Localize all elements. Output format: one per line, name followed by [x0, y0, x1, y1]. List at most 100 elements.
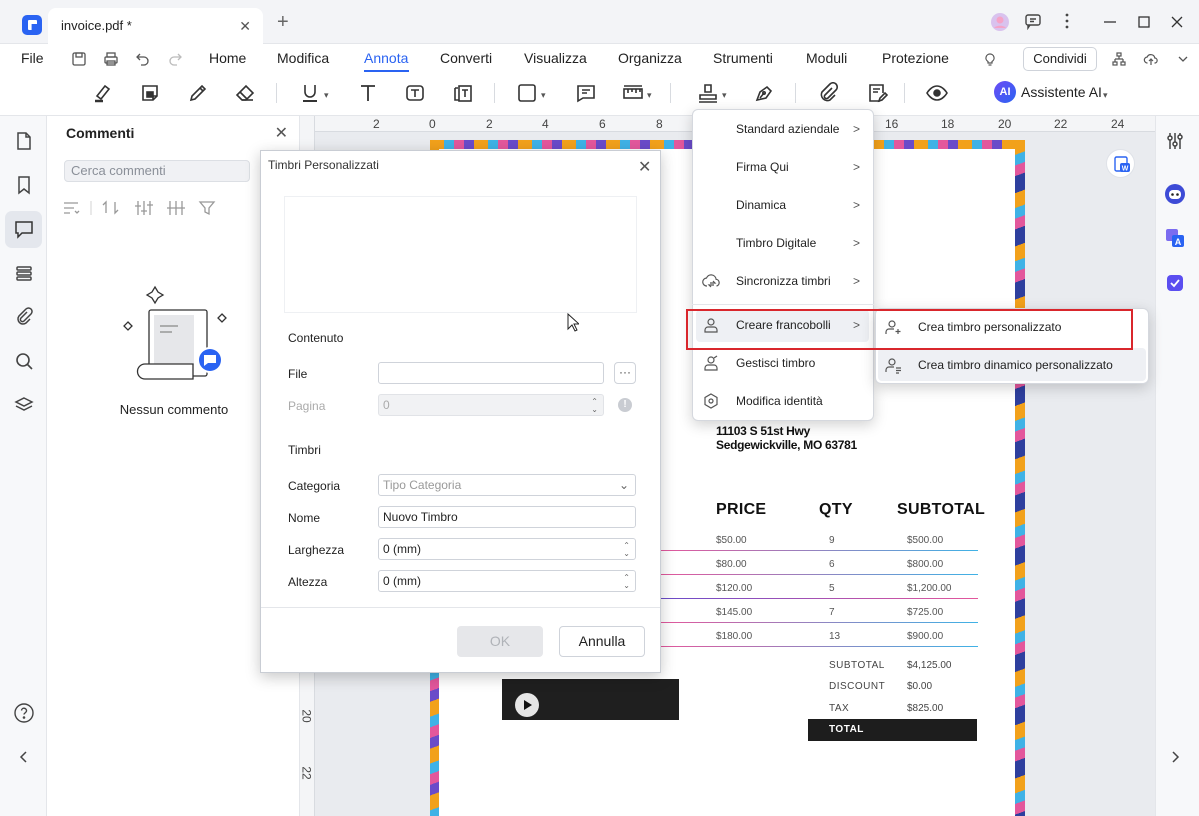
convert-to-word-icon[interactable]: W	[1106, 149, 1135, 178]
textbox-icon[interactable]	[402, 80, 428, 106]
menu-file[interactable]: File	[21, 50, 44, 66]
row-divider	[660, 550, 978, 551]
stamps-section-title: Timbri	[288, 443, 321, 457]
stamp-icon[interactable]	[695, 80, 721, 106]
underline-icon[interactable]	[297, 80, 323, 106]
maximize-icon[interactable]	[1135, 13, 1153, 31]
table-header-subtotal: SUBTOTAL	[897, 501, 986, 518]
search-icon[interactable]	[13, 350, 35, 372]
category-select[interactable]: Tipo Categoria ⌄	[378, 474, 636, 496]
chevron-down-icon[interactable]: ▾	[1103, 90, 1108, 101]
chevron-down-icon[interactable]: ▾	[324, 90, 329, 101]
collapse-ribbon-icon[interactable]	[1170, 46, 1196, 72]
redo-icon[interactable]	[162, 46, 188, 72]
collapse-left-icon[interactable]	[13, 746, 35, 768]
menu-item-sign-here[interactable]: Firma Qui	[736, 160, 789, 174]
properties-sliders-icon[interactable]	[1164, 130, 1186, 152]
spin-down-icon[interactable]: ⌄	[623, 550, 630, 558]
annotation-highlight-box	[686, 309, 1133, 350]
menu-home[interactable]: Home	[209, 50, 246, 66]
document-tab[interactable]: invoice.pdf * ✕	[48, 8, 263, 44]
more-options-icon[interactable]	[1058, 12, 1076, 32]
text-tool-icon[interactable]	[355, 80, 381, 106]
search-comments-input[interactable]: Cerca commenti	[64, 160, 250, 182]
chevron-down-icon[interactable]: ▾	[647, 90, 652, 101]
cloud-upload-icon[interactable]	[1138, 46, 1164, 72]
menu-item-dynamic[interactable]: Dinamica	[736, 198, 786, 212]
comments-icon[interactable]	[13, 218, 35, 240]
feedback-icon[interactable]	[1024, 12, 1042, 32]
toolbar-separator	[494, 83, 495, 103]
submenu-arrow-icon: >	[853, 236, 861, 250]
ai-chatbot-icon[interactable]	[1164, 183, 1186, 205]
measure-icon[interactable]	[620, 80, 646, 106]
collapse-right-icon[interactable]	[1164, 746, 1186, 768]
task-check-icon[interactable]	[1164, 272, 1186, 294]
layers-list-icon[interactable]	[13, 262, 35, 284]
app-logo-icon	[22, 15, 42, 35]
callout-icon[interactable]	[450, 80, 476, 106]
menu-annota[interactable]: Annota	[364, 50, 408, 66]
eraser-icon[interactable]	[232, 80, 258, 106]
chevron-down-icon[interactable]: ▾	[722, 90, 727, 101]
ok-button[interactable]: OK	[457, 626, 543, 657]
play-icon[interactable]	[515, 693, 539, 717]
width-label: Larghezza	[288, 543, 345, 557]
attachment-icon[interactable]	[13, 306, 35, 328]
eye-icon[interactable]	[924, 80, 950, 106]
ai-assistant-button[interactable]: Assistente AI	[1021, 84, 1102, 100]
chevron-down-icon[interactable]: ▾	[541, 90, 546, 101]
shape-icon[interactable]	[514, 80, 540, 106]
comment-box-icon[interactable]	[573, 80, 599, 106]
menu-visualizza[interactable]: Visualizza	[524, 50, 587, 66]
menu-protezione[interactable]: Protezione	[882, 50, 949, 66]
cancel-button[interactable]: Annulla	[559, 626, 645, 657]
ruler-tick: 22	[299, 766, 314, 780]
print-icon[interactable]	[98, 46, 124, 72]
attachment-icon[interactable]	[815, 80, 841, 106]
minimize-icon[interactable]	[1101, 13, 1119, 31]
form-edit-icon[interactable]	[864, 80, 890, 106]
menu-organizza[interactable]: Organizza	[618, 50, 682, 66]
menu-modifica[interactable]: Modifica	[277, 50, 329, 66]
dialog-close-icon[interactable]: ✕	[638, 157, 651, 177]
bookmark-icon[interactable]	[13, 174, 35, 196]
workflow-icon[interactable]	[1106, 46, 1132, 72]
lightbulb-icon[interactable]	[977, 46, 1003, 72]
menu-item-standard-business[interactable]: Standard aziendale	[736, 122, 839, 136]
file-input[interactable]	[378, 362, 604, 384]
undo-icon[interactable]	[130, 46, 156, 72]
ruler-tick: 20	[299, 709, 314, 723]
close-tab-icon[interactable]: ✕	[239, 18, 251, 35]
page-thumbnails-icon[interactable]	[13, 130, 35, 152]
highlight-icon[interactable]	[89, 80, 115, 106]
browse-file-button[interactable]: ···	[614, 362, 636, 384]
help-icon[interactable]	[13, 702, 35, 724]
comments-title: Commenti	[66, 125, 135, 141]
user-avatar[interactable]	[990, 12, 1010, 32]
menu-moduli[interactable]: Moduli	[806, 50, 847, 66]
signature-pen-icon[interactable]	[751, 80, 777, 106]
height-input[interactable]: 0 (mm) ⌃ ⌄	[378, 570, 636, 592]
new-tab-button[interactable]: +	[277, 12, 289, 32]
spin-down-icon[interactable]: ⌄	[623, 582, 630, 590]
pencil-icon[interactable]	[185, 80, 211, 106]
share-button[interactable]: Condividi	[1023, 47, 1097, 71]
menu-converti[interactable]: Converti	[440, 50, 492, 66]
sticky-note-icon[interactable]	[137, 80, 163, 106]
menu-item-digital-stamp[interactable]: Timbro Digitale	[736, 236, 816, 250]
close-window-icon[interactable]	[1168, 13, 1186, 31]
menu-item-edit-identity[interactable]: Modifica identità	[736, 394, 823, 408]
menu-item-sync-stamps[interactable]: Sincronizza timbri	[736, 274, 831, 288]
name-input[interactable]: Nuovo Timbro	[378, 506, 636, 528]
menu-strumenti[interactable]: Strumenti	[713, 50, 773, 66]
layers-icon[interactable]	[13, 394, 35, 416]
cell-price: $120.00	[716, 583, 753, 594]
menu-item-manage-stamp[interactable]: Gestisci timbro	[736, 356, 815, 370]
width-input[interactable]: 0 (mm) ⌃ ⌄	[378, 538, 636, 560]
submenu-create-dynamic-custom-stamp[interactable]: Crea timbro dinamico personalizzato	[918, 358, 1113, 372]
save-icon[interactable]	[66, 46, 92, 72]
translate-icon[interactable]: A	[1164, 227, 1186, 249]
close-panel-icon[interactable]: ✕	[275, 123, 288, 143]
ai-assistant-icon[interactable]: AI	[994, 81, 1016, 103]
